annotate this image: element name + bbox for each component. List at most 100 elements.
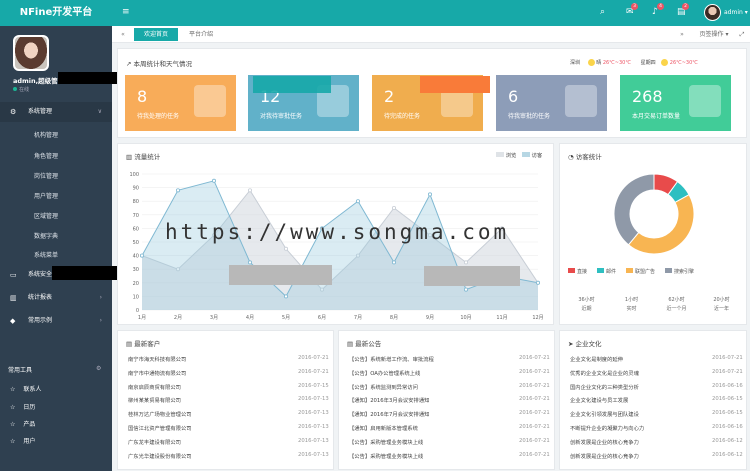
nav-sub-item[interactable]: 角色管理 bbox=[34, 151, 58, 160]
list-item[interactable]: 南宁市中通物流有限公司 2016-07-21 bbox=[128, 369, 329, 377]
gear-icon[interactable]: ⚙ bbox=[96, 365, 101, 372]
pie-legend-item[interactable]: 联盟广告 bbox=[626, 268, 655, 275]
notices-panel: ▤ 最新公告 【公告】系统新增工作流、审批流程 2016-07-21 【公告】OA办… bbox=[338, 330, 555, 470]
stat-label: 待完成的任务 bbox=[384, 113, 421, 120]
list-item[interactable]: 【公告】OA办公管理系统上线 2016-07-21 bbox=[349, 369, 550, 377]
gavel-icon bbox=[565, 85, 597, 117]
list-item[interactable]: 国信江北资产管理有限公司 2016-07-13 bbox=[128, 424, 329, 432]
list-item[interactable]: 【公告】采购管理业务模块上线 2016-07-21 bbox=[349, 451, 550, 460]
sun-icon bbox=[661, 59, 669, 66]
stat-card[interactable]: 6 待我审批的任务 bbox=[496, 75, 607, 131]
list-item[interactable]: 【通知】2016年7月会议安排通知 2016-07-21 bbox=[349, 410, 550, 418]
menu-toggle-icon[interactable]: ≡ bbox=[122, 7, 130, 18]
nav-sub-item[interactable]: 系统菜单 bbox=[34, 250, 58, 259]
tool-contacts[interactable]: ☆ 联系人 bbox=[10, 384, 41, 393]
tab-operations-menu[interactable]: 页签操作 ▾ bbox=[694, 28, 734, 41]
list-item[interactable]: 南京启辰商贸有限公司 2016-07-15 bbox=[128, 383, 329, 391]
data-point bbox=[391, 260, 396, 265]
nav-sub-item[interactable]: 数据字典 bbox=[34, 231, 58, 240]
list-item[interactable]: 企业文化是制度的延伸 2016-07-21 bbox=[570, 355, 743, 363]
list-item-date: 2016-07-21 bbox=[519, 424, 550, 430]
nav-sub-item[interactable]: 用户管理 bbox=[34, 191, 58, 200]
list-item[interactable]: 广东龙丰建设有限公司 2016-07-13 bbox=[128, 438, 329, 446]
list-item[interactable]: 【公告】采购管理业务模块上线 2016-07-21 bbox=[349, 438, 550, 446]
chevron-right-icon: › bbox=[99, 317, 102, 324]
time-stat-value: 36小时 bbox=[578, 297, 595, 303]
stat-number: 8 bbox=[137, 87, 148, 106]
list-item-title: 【公告】OA办公管理系统上线 bbox=[349, 370, 421, 377]
time-stat: 20小时 近一年 bbox=[699, 296, 744, 314]
list-item[interactable]: 创新发展是企业的核心竞争力 2016-06-12 bbox=[570, 438, 743, 446]
culture-title: ➤ 企业文化 bbox=[568, 340, 602, 348]
nav-examples[interactable]: ◆ 常用示例 › bbox=[0, 311, 112, 331]
stat-label: 待我审批的任务 bbox=[508, 113, 551, 120]
send-icon: ➤ bbox=[568, 340, 574, 348]
list-item-date: 2016-07-21 bbox=[519, 451, 550, 458]
list-item[interactable]: 广东光华建设股份有限公司 2016-07-13 bbox=[128, 452, 329, 460]
search-icon[interactable]: ⌕ bbox=[600, 7, 605, 18]
pie-legend-item[interactable]: 搜索引擎 bbox=[665, 268, 694, 275]
tab-intro[interactable]: 平台介绍 bbox=[180, 28, 222, 41]
list-item[interactable]: 不断提升企业的凝聚力与向心力 2016-06-16 bbox=[570, 424, 743, 432]
chart-line-icon: ↗ bbox=[126, 60, 132, 68]
list-item[interactable]: 南宁市海天科技有限公司 2016-07-21 bbox=[128, 355, 329, 363]
nav-label: 系统安全 bbox=[28, 271, 53, 278]
list-item-title: 【公告】采购管理业务模块上线 bbox=[349, 439, 424, 446]
x-tick-label: 11月 bbox=[496, 315, 507, 321]
list-item[interactable]: 【通知】启用新版本管理系统 2016-07-21 bbox=[349, 424, 550, 432]
redaction-bar bbox=[229, 265, 332, 285]
truck-icon bbox=[689, 85, 721, 117]
data-point bbox=[355, 199, 360, 204]
list-item-title: 企业文化建设与员工发展 bbox=[570, 398, 629, 405]
list-icon: ▤ bbox=[347, 340, 354, 348]
series-area bbox=[142, 180, 538, 310]
x-tick-label: 5月 bbox=[282, 315, 290, 321]
tool-products[interactable]: ☆ 产品 bbox=[10, 419, 35, 428]
nav-sub-item[interactable]: 机构管理 bbox=[34, 130, 58, 139]
tab-home[interactable]: 欢迎首页 bbox=[134, 28, 178, 41]
list-item-title: 【公告】系统新增工作流、审批流程 bbox=[349, 357, 434, 363]
time-stat: 1小时 实时 bbox=[609, 296, 654, 314]
user-avatar[interactable] bbox=[704, 4, 721, 21]
list-item[interactable]: 【公告】系统新增工作流、审批流程 2016-07-21 bbox=[349, 355, 550, 363]
tool-users[interactable]: ☆ 用户 bbox=[10, 436, 35, 445]
weather-info: 深圳 晴 26℃~30℃ 星期四 26℃~30℃ bbox=[570, 59, 698, 66]
fullscreen-icon[interactable]: ⤢ bbox=[736, 28, 748, 41]
nav-system-management[interactable]: ⚙ 系统管理 ∨ bbox=[0, 102, 112, 122]
pie-legend-item[interactable]: 直接 bbox=[568, 268, 587, 275]
y-tick-label: 80 bbox=[133, 199, 139, 205]
tool-calendar[interactable]: ☆ 日历 bbox=[10, 402, 35, 411]
list-item[interactable]: 企业文化建设与员工发展 2016-06-15 bbox=[570, 396, 743, 405]
list-item[interactable]: 桂林万达广场物业管理公司 2016-07-13 bbox=[128, 410, 329, 418]
list-item[interactable]: 企业文化引领发展与团队建设 2016-06-15 bbox=[570, 410, 743, 418]
nav-label: 系统管理 bbox=[28, 108, 53, 115]
nav-statistics[interactable]: ▥ 统计报表 › bbox=[0, 288, 112, 308]
list-item[interactable]: 创新发展是企业的核心竞争力 2016-06-12 bbox=[570, 452, 743, 460]
app-title[interactable]: NFine开发平台 bbox=[0, 0, 112, 26]
notices-title: ▤ 最新公告 bbox=[347, 340, 382, 348]
list-item-title: 广东光华建设股份有限公司 bbox=[128, 453, 192, 460]
user-menu[interactable]: admin ▾ bbox=[724, 9, 748, 16]
stat-card[interactable]: 268 本月交易订单数量 bbox=[620, 75, 731, 131]
stat-label: 待我处理的任务 bbox=[137, 113, 180, 120]
pie-slice bbox=[613, 173, 655, 246]
x-tick-label: 2月 bbox=[174, 315, 182, 321]
list-item-date: 2016-07-21 bbox=[519, 382, 550, 389]
list-item[interactable]: 国内企业文化的三种类型分析 2016-06-16 bbox=[570, 383, 743, 391]
user-name: admin bbox=[724, 9, 743, 16]
list-item[interactable]: 【公告】系统监测到异常访问 2016-07-21 bbox=[349, 382, 550, 391]
legend-label: 直接 bbox=[577, 269, 588, 275]
list-item[interactable]: 柳州某某贸易有限公司 2016-07-13 bbox=[128, 396, 329, 404]
tab-scroll-right-icon[interactable]: » bbox=[676, 28, 688, 41]
nav-sub-item[interactable]: 岗位管理 bbox=[34, 171, 58, 180]
list-item[interactable]: 优秀的企业文化是企业的灵魂 2016-07-21 bbox=[570, 369, 743, 377]
stat-card[interactable]: 8 待我处理的任务 bbox=[125, 75, 236, 131]
y-tick-label: 60 bbox=[133, 226, 139, 232]
tools-header: 常用工具 bbox=[8, 367, 33, 374]
nav-sub-item[interactable]: 区域管理 bbox=[34, 211, 58, 220]
time-stat: 62小时 近一个月 bbox=[654, 296, 699, 314]
x-tick-label: 8月 bbox=[390, 315, 398, 321]
list-item[interactable]: 【通知】2016年3月会议安排通知 2016-07-21 bbox=[349, 396, 550, 404]
tab-scroll-left-icon[interactable]: « bbox=[116, 28, 130, 41]
pie-legend-item[interactable]: 邮件 bbox=[597, 268, 616, 275]
